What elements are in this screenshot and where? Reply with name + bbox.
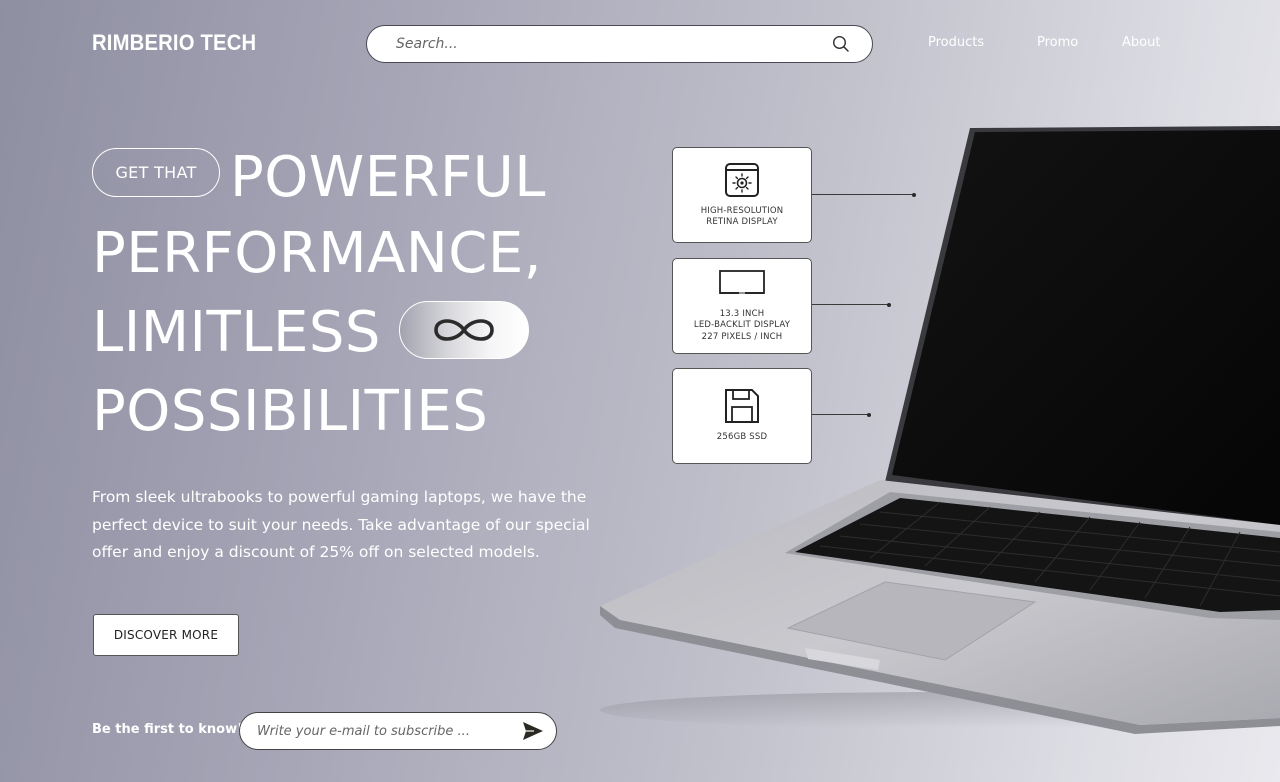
send-icon[interactable]: [522, 721, 544, 741]
infinity-pill: [398, 300, 529, 359]
feature-text-retina: HIGH-RESOLUTION RETINA DISPLAY: [700, 205, 784, 228]
connector-line: [812, 302, 891, 307]
headline-line-3: LIMITLESS: [92, 300, 381, 365]
main-nav: Products Promo About: [0, 35, 1280, 55]
hero-headline: GET THAT POWERFUL PERFORMANCE, LIMITLESS …: [92, 140, 652, 450]
hero-description: From sleek ultrabooks to powerful gaming…: [92, 488, 590, 561]
feature-card-retina: HIGH-RESOLUTION RETINA DISPLAY: [672, 147, 812, 243]
nav-about[interactable]: About: [1122, 35, 1160, 50]
discover-more-button[interactable]: DISCOVER MORE: [93, 614, 239, 656]
monitor-icon: [718, 269, 766, 297]
connector-line: [812, 412, 871, 417]
nav-products[interactable]: Products: [928, 35, 984, 50]
get-that-pill: GET THAT: [92, 148, 220, 198]
feature-text-ssd: 256GB SSD: [716, 432, 768, 443]
feature-card-display: 13.3 INCH LED-BACKLIT DISPLAY 227 PIXELS…: [672, 258, 812, 354]
floppy-disk-icon: [724, 388, 760, 424]
headline-line-4: POSSIBILITIES: [92, 379, 489, 444]
headline-line-1: POWERFUL: [230, 145, 546, 210]
headline-line-2: PERFORMANCE,: [92, 221, 543, 286]
connector-line: [812, 192, 916, 197]
subscribe-label: Be the first to know!: [92, 722, 244, 737]
feature-card-ssd: 256GB SSD: [672, 368, 812, 464]
retina-display-icon: [724, 162, 760, 198]
email-field[interactable]: [257, 723, 522, 739]
subscribe-form[interactable]: [239, 712, 557, 750]
infinity-icon: [430, 313, 498, 347]
nav-promo[interactable]: Promo: [1037, 35, 1078, 50]
feature-text-display: 13.3 INCH LED-BACKLIT DISPLAY 227 PIXELS…: [693, 308, 791, 342]
